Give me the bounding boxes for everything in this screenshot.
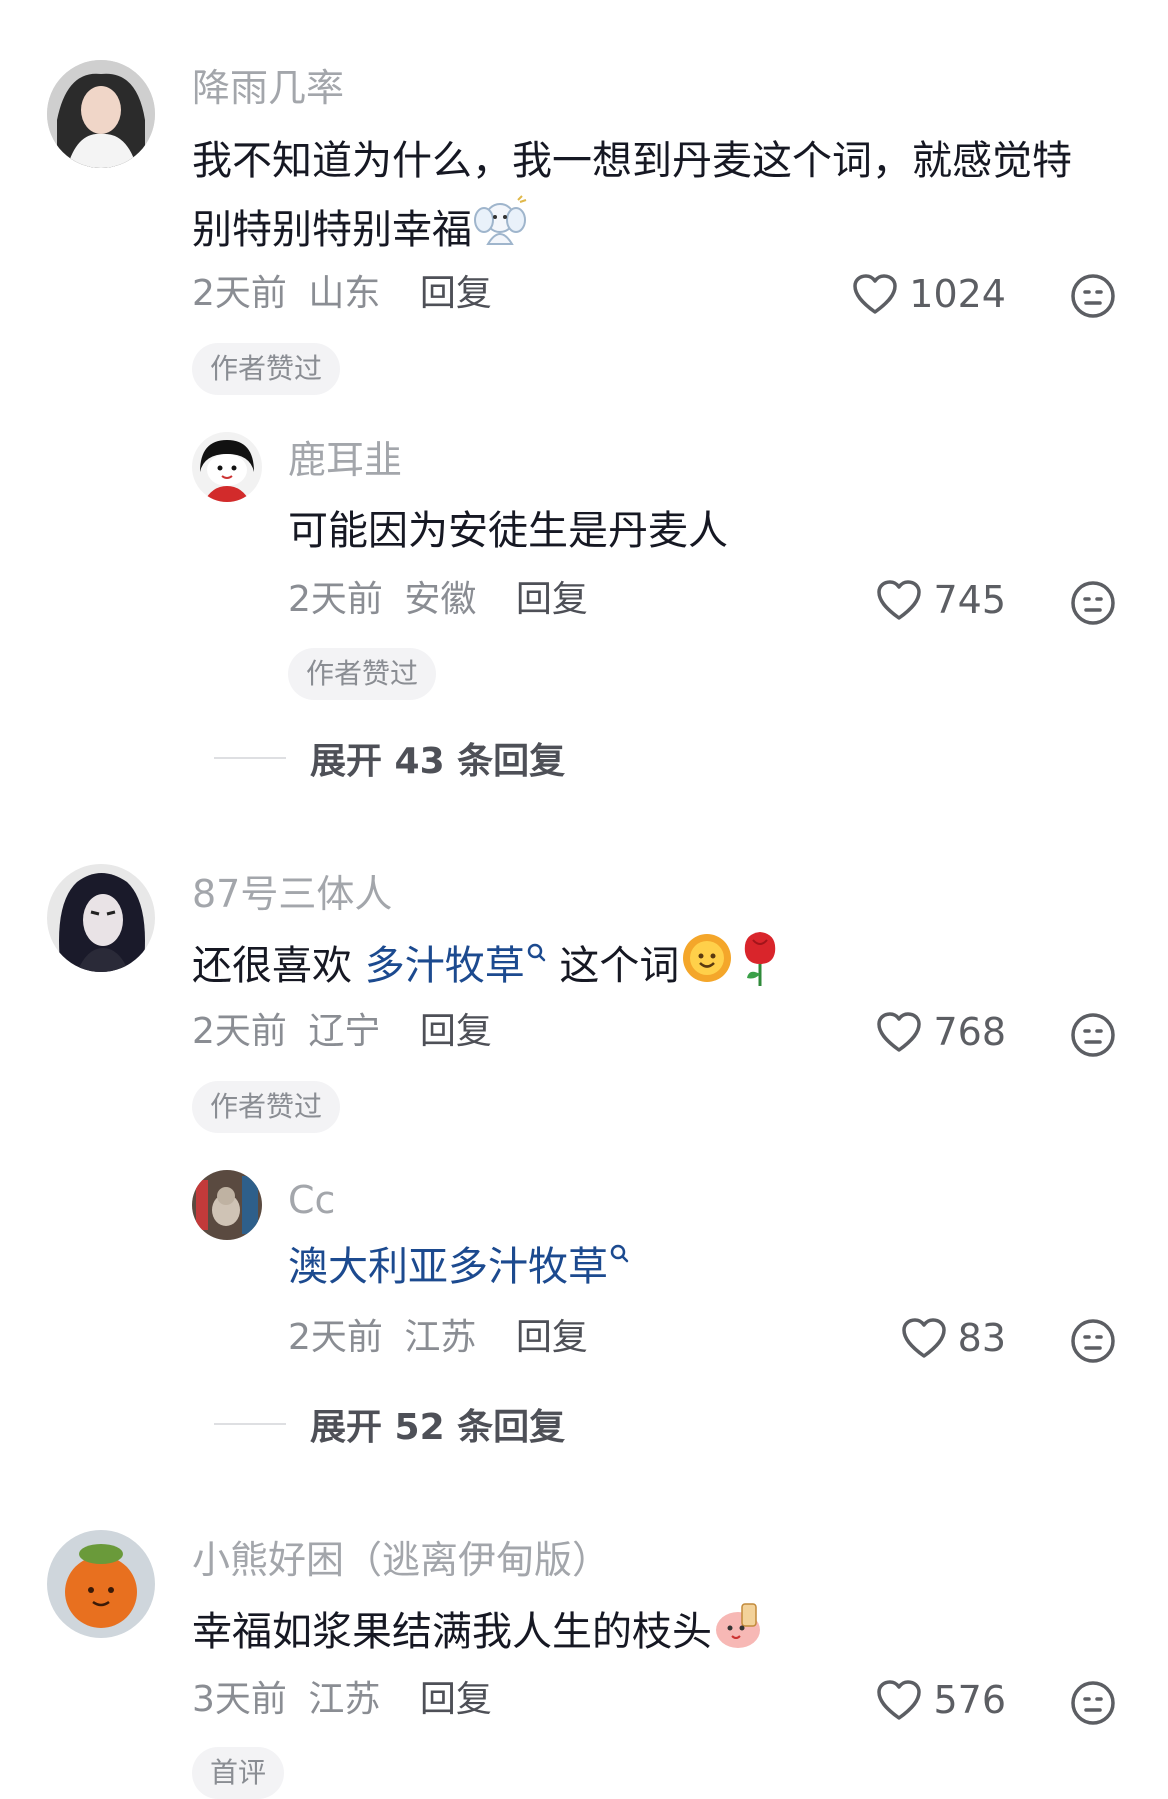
reply-location: 江苏 bbox=[404, 1317, 477, 1358]
comment-meta: 2天前 山东 回复 bbox=[192, 272, 492, 315]
comment-username[interactable]: 87号三体人 bbox=[192, 872, 392, 918]
reply-content: 可能因为安徒生是丹麦人 bbox=[288, 508, 728, 554]
comment-content: 我不知道为什么，我一想到丹麦这个词，就感觉特 别特别特别幸福 bbox=[192, 128, 1072, 270]
author-liked-badge: 作者赞过 bbox=[192, 1081, 341, 1133]
search-keyword-link[interactable]: 多汁牧草 bbox=[365, 943, 547, 989]
search-keyword-link[interactable]: 澳大利亚多汁牧草 bbox=[288, 1244, 630, 1290]
first-comment-badge: 首评 bbox=[192, 1747, 285, 1799]
reply-button[interactable]: 回复 bbox=[420, 1011, 492, 1052]
search-keyword-text: 多汁牧草 bbox=[364, 943, 525, 989]
expand-replies-label: 展开 43 条回复 bbox=[310, 741, 566, 782]
neutral-face-icon[interactable] bbox=[1070, 273, 1116, 323]
like-button[interactable]: 576 bbox=[875, 1678, 1006, 1722]
expand-replies-button[interactable]: 展开 52 条回复 bbox=[214, 1398, 565, 1450]
comment-content-line: 别特别特别幸福 bbox=[192, 194, 1072, 270]
neutral-face-icon[interactable] bbox=[1070, 580, 1116, 630]
comment-meta: 3天前 江苏 回复 bbox=[192, 1678, 492, 1721]
neutral-face-icon[interactable] bbox=[1070, 1680, 1116, 1730]
avatar[interactable] bbox=[192, 1170, 262, 1240]
reply-username[interactable]: 鹿耳韭 bbox=[288, 438, 402, 484]
like-button[interactable]: 83 bbox=[900, 1316, 1006, 1360]
neutral-face-icon[interactable] bbox=[1070, 1318, 1116, 1368]
heart-outline-icon bbox=[853, 274, 898, 314]
reply-time: 2天前 bbox=[288, 579, 383, 620]
rose-emoji bbox=[735, 928, 785, 1008]
reply-button[interactable]: 回复 bbox=[516, 1317, 588, 1358]
heart-outline-icon bbox=[877, 1680, 922, 1720]
comment-content: 幸福如浆果结满我人生的枝头 bbox=[192, 1596, 768, 1672]
author-liked-badge: 作者赞过 bbox=[192, 343, 341, 395]
divider bbox=[214, 1423, 286, 1425]
search-keyword-text: 澳大利亚多汁牧草 bbox=[288, 1244, 608, 1290]
reply-button[interactable]: 回复 bbox=[516, 579, 588, 620]
comment-time: 2天前 bbox=[192, 273, 287, 314]
reply-button[interactable]: 回复 bbox=[420, 1679, 492, 1720]
comment-location: 山东 bbox=[308, 273, 381, 314]
comment-time: 2天前 bbox=[192, 1011, 287, 1052]
reply-location: 安徽 bbox=[404, 579, 477, 620]
avatar[interactable] bbox=[192, 432, 262, 502]
divider bbox=[214, 757, 286, 759]
comment-content-text: 还很喜欢 bbox=[192, 943, 365, 989]
avatar[interactable] bbox=[47, 60, 155, 168]
author-liked-badge: 作者赞过 bbox=[288, 648, 437, 700]
like-button[interactable]: 768 bbox=[875, 1010, 1006, 1054]
like-count: 576 bbox=[933, 1678, 1006, 1722]
comment-content-text: 幸福如浆果结满我人生的枝头 bbox=[192, 1609, 712, 1655]
comment-location: 江苏 bbox=[308, 1679, 381, 1720]
expand-replies-button[interactable]: 展开 43 条回复 bbox=[214, 732, 565, 784]
avatar[interactable] bbox=[47, 864, 155, 972]
reply-time: 2天前 bbox=[288, 1317, 383, 1358]
like-count: 768 bbox=[933, 1010, 1006, 1054]
like-button[interactable]: 1024 bbox=[851, 272, 1006, 316]
comment-content: 还很喜欢 多汁牧草 这个词 bbox=[192, 928, 785, 1008]
comment-username[interactable]: 小熊好困（逃离伊甸版） bbox=[192, 1538, 610, 1584]
comment-content-line: 我不知道为什么，我一想到丹麦这个词，就感觉特 bbox=[192, 138, 1072, 184]
heart-outline-icon bbox=[877, 1012, 922, 1052]
reply-button[interactable]: 回复 bbox=[420, 273, 492, 314]
expand-replies-label: 展开 52 条回复 bbox=[310, 1407, 566, 1448]
comment-time: 3天前 bbox=[192, 1679, 287, 1720]
comment-location: 辽宁 bbox=[308, 1011, 381, 1052]
reply-username[interactable]: Cc bbox=[288, 1178, 335, 1224]
search-icon bbox=[527, 943, 545, 961]
comment-content-text: 别特别特别幸福 bbox=[192, 207, 472, 253]
search-icon bbox=[610, 1244, 629, 1262]
avatar[interactable] bbox=[47, 1530, 155, 1638]
sun-smile-emoji bbox=[679, 930, 735, 1006]
like-count: 1024 bbox=[909, 272, 1006, 316]
heart-outline-icon bbox=[877, 580, 922, 620]
reply-content: 澳大利亚多汁牧草 bbox=[288, 1234, 630, 1300]
peach-drink-emoji bbox=[712, 1596, 768, 1672]
comment-content-text: 这个词 bbox=[546, 943, 680, 989]
angel-emoji bbox=[472, 194, 528, 270]
heart-outline-icon bbox=[901, 1318, 946, 1358]
reply-meta: 2天前 安徽 回复 bbox=[288, 578, 588, 621]
comment-username[interactable]: 降雨几率 bbox=[192, 66, 344, 112]
reply-meta: 2天前 江苏 回复 bbox=[288, 1316, 588, 1359]
like-count: 83 bbox=[957, 1316, 1006, 1360]
neutral-face-icon[interactable] bbox=[1070, 1012, 1116, 1062]
like-button[interactable]: 745 bbox=[875, 578, 1006, 622]
like-count: 745 bbox=[933, 578, 1006, 622]
comment-meta: 2天前 辽宁 回复 bbox=[192, 1010, 492, 1053]
